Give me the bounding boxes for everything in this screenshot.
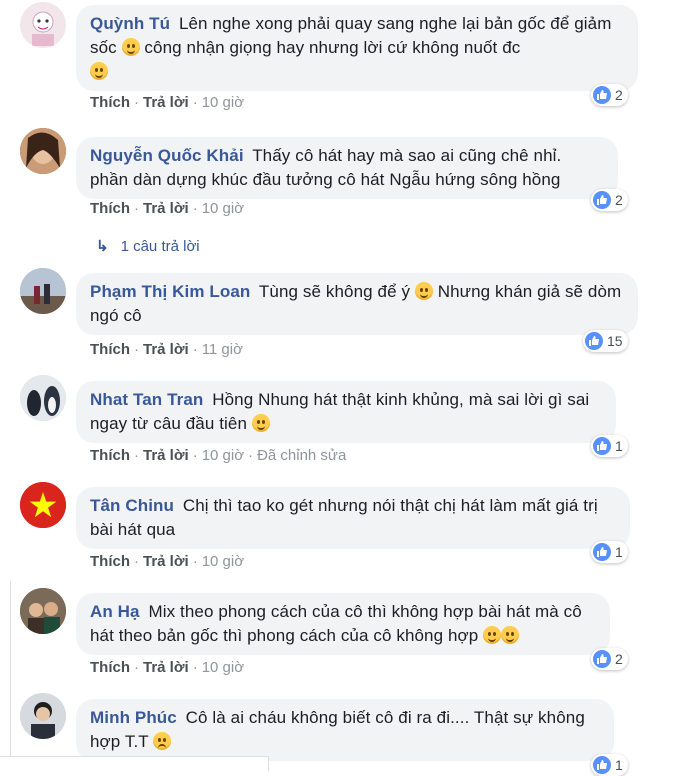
avatar[interactable]	[20, 128, 66, 174]
avatar[interactable]	[20, 693, 66, 739]
reaction-number: 2	[615, 651, 623, 667]
like-link[interactable]: Thích	[90, 659, 130, 676]
reply-arrow-icon: ↳	[96, 238, 109, 255]
comment-time[interactable]: 10 giờ	[202, 553, 244, 570]
comment-actions: Thích · Trả lời · 11 giờ	[90, 341, 243, 358]
page-edge	[0, 581, 11, 771]
avatar[interactable]	[20, 375, 66, 421]
reaction-number: 2	[615, 192, 623, 208]
avatar[interactable]	[20, 482, 66, 528]
comment-time[interactable]: 10 giờ	[202, 659, 244, 676]
emoji-icon	[90, 62, 108, 80]
emoji-icon	[414, 282, 433, 300]
comment-bubble: Minh Phúc Cô là ai cháu không biết cô đi…	[76, 699, 614, 761]
replies-count[interactable]: 1 câu trả lời	[121, 238, 200, 255]
bottom-panel-edge	[0, 756, 269, 771]
reply-link[interactable]: Trả lời	[143, 94, 189, 111]
like-icon	[593, 191, 611, 209]
reply-link[interactable]: Trả lời	[143, 200, 189, 217]
comment-author[interactable]: Minh Phúc	[90, 708, 177, 727]
view-replies-link[interactable]: ↳ 1 câu trả lời	[96, 237, 200, 255]
comment-bubble: An Hạ Mix theo phong cách của cô thì khô…	[76, 593, 610, 655]
avatar[interactable]	[20, 268, 66, 314]
emoji-icon	[251, 414, 270, 432]
comment-author[interactable]: Tân Chinu	[90, 496, 174, 515]
laughing-emoji-icon	[501, 626, 520, 644]
comment-text-cont: công nhận giọng hay nhưng lời cứ không n…	[144, 38, 521, 57]
like-icon	[593, 543, 611, 561]
reaction-count[interactable]: 1	[591, 541, 628, 563]
reply-link[interactable]: Trả lời	[143, 341, 189, 358]
comment-bubble: Nguyễn Quốc Khải Thấy cô hát hay mà sao …	[76, 137, 618, 199]
comment-actions: Thích · Trả lời · 10 giờ	[90, 553, 245, 570]
comment-time[interactable]: 11 giờ	[202, 341, 243, 358]
comment-author[interactable]: Phạm Thị Kim Loan	[90, 282, 250, 301]
laughing-emoji-icon	[483, 626, 502, 644]
comment-author[interactable]: Nguyễn Quốc Khải	[90, 146, 244, 165]
comment-actions: Thích · Trả lời · 10 giờ · Đã chỉnh sửa	[90, 447, 347, 464]
sad-emoji-icon	[153, 732, 172, 750]
reaction-count[interactable]: 2	[591, 84, 628, 106]
edited-label[interactable]: Đã chỉnh sửa	[257, 447, 346, 464]
comment-author[interactable]: An Hạ	[90, 602, 140, 621]
reaction-number: 15	[607, 333, 623, 349]
reaction-number: 1	[615, 544, 623, 560]
reply-link[interactable]: Trả lời	[143, 659, 189, 676]
like-icon	[593, 650, 611, 668]
reaction-number: 2	[615, 87, 623, 103]
comment-text: Tùng sẽ không để ý	[258, 282, 411, 301]
comment-bubble: Quỳnh Tú Lên nghe xong phải quay sang ng…	[76, 5, 638, 91]
reaction-number: 1	[615, 438, 623, 454]
reaction-count[interactable]: 2	[591, 648, 628, 670]
comment-author[interactable]: Quỳnh Tú	[90, 14, 170, 33]
comment-actions: Thích · Trả lời · 10 giờ	[90, 659, 245, 676]
like-link[interactable]: Thích	[90, 553, 130, 570]
comment-actions: Thích · Trả lời · 10 giờ	[90, 200, 245, 217]
like-icon	[593, 756, 611, 774]
comment-bubble: Tân Chinu Chị thì tao ko gét nhưng nói t…	[76, 487, 630, 549]
like-link[interactable]: Thích	[90, 341, 130, 358]
like-icon	[593, 437, 611, 455]
comment-bubble: Phạm Thị Kim Loan Tùng sẽ không để ý Như…	[76, 273, 638, 335]
like-link[interactable]: Thích	[90, 200, 130, 217]
reaction-count[interactable]: 2	[591, 189, 628, 211]
avatar[interactable]	[20, 588, 66, 634]
like-icon	[585, 332, 603, 350]
reply-link[interactable]: Trả lời	[143, 553, 189, 570]
avatar[interactable]	[20, 2, 66, 48]
comment-time[interactable]: 10 giờ	[202, 447, 244, 464]
reply-link[interactable]: Trả lời	[143, 447, 189, 464]
like-link[interactable]: Thích	[90, 447, 130, 464]
reaction-count[interactable]: 1	[591, 435, 628, 457]
reaction-count[interactable]: 15	[583, 330, 628, 352]
reaction-count[interactable]: 1	[591, 754, 628, 776]
comment-actions: Thích · Trả lời · 10 giờ	[90, 94, 245, 111]
comment-bubble: Nhat Tan Tran Hồng Nhung hát thật kinh k…	[76, 381, 616, 443]
comment-author[interactable]: Nhat Tan Tran	[90, 390, 203, 409]
comment-time[interactable]: 10 giờ	[202, 94, 244, 111]
like-link[interactable]: Thích	[90, 94, 130, 111]
comment-time[interactable]: 10 giờ	[202, 200, 244, 217]
like-icon	[593, 86, 611, 104]
emoji-icon	[121, 38, 140, 56]
